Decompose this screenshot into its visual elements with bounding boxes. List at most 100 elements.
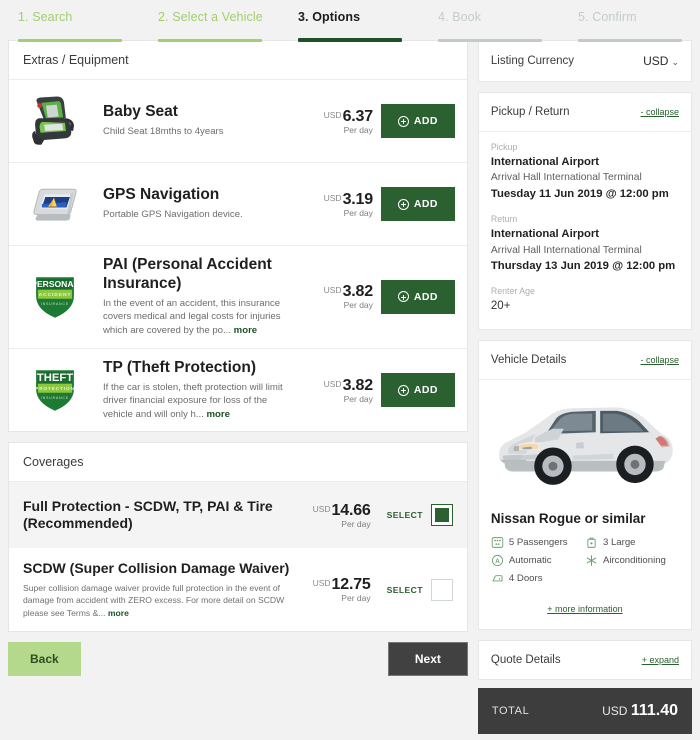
luggage-icon: [585, 536, 598, 549]
extra-description: Portable GPS Navigation device.: [103, 208, 293, 222]
coverage-description: Super collision damage waiver provide fu…: [23, 582, 293, 619]
pickup-return-header: Pickup / Return - collapse: [478, 93, 691, 132]
return-place: International Airport: [490, 228, 600, 241]
step-label: 1. Search: [18, 10, 73, 24]
step-options[interactable]: 3. Options: [280, 0, 420, 42]
more-link[interactable]: more: [206, 409, 229, 420]
step-book[interactable]: 4. Book: [420, 0, 560, 42]
extra-info: GPS Navigation Portable GPS Navigation d…: [89, 186, 303, 222]
quote-details-title: Quote Details: [490, 653, 561, 666]
pickup-place: International Airport: [490, 156, 600, 168]
more-link[interactable]: more: [234, 325, 257, 336]
price-period: Per day: [343, 207, 373, 218]
total-currency: USD: [602, 703, 628, 718]
personal-accident-shield-badge: PERSONAL ACCIDENT INSURANCE: [21, 266, 89, 328]
more-link[interactable]: more: [108, 608, 129, 618]
spec-doors: 4 Doors: [491, 570, 585, 588]
pickup-label: Pickup: [490, 142, 518, 152]
pickup-return-body: Pickup International Airport Arrival Hal…: [479, 132, 691, 329]
svg-text:A: A: [495, 558, 500, 565]
return-label: Return: [490, 214, 518, 225]
vehicle-details-title: Vehicle Details: [490, 353, 567, 366]
listing-currency-label: Listing Currency: [490, 55, 574, 67]
listing-currency-row: Listing Currency USD ⌄: [479, 41, 691, 81]
add-pai-button[interactable]: ADD: [380, 279, 455, 314]
price-amount: 6.37: [342, 107, 374, 125]
spec-label: 3 Large: [602, 537, 636, 549]
step-confirm[interactable]: 5. Confirm: [560, 0, 700, 42]
spec-label: 4 Doors: [508, 573, 543, 585]
extras-card: Extras / Equipment Baby Seat Child Seat …: [8, 40, 468, 433]
price-period: Per day: [343, 393, 373, 404]
total-value: USD 111.40: [602, 702, 678, 720]
renter-age-value: 20+: [490, 300, 511, 313]
page-body: Extras / Equipment Baby Seat Child Seat …: [0, 40, 700, 734]
step-label: 3. Options: [298, 10, 361, 24]
spec-label: 5 Passengers: [508, 537, 568, 549]
total-amount: 111.40: [630, 701, 678, 719]
price-period: Per day: [341, 593, 371, 604]
coverage-checkbox-scdw[interactable]: [430, 578, 453, 601]
extra-price: USD6.37 Per day: [303, 108, 381, 135]
airconditioning-icon: [585, 554, 598, 567]
collapse-pickup-return-link[interactable]: - collapse: [640, 107, 679, 117]
coverage-row-full-protection: Full Protection - SCDW, TP, PAI & Tire (…: [9, 482, 467, 549]
listing-currency-card: Listing Currency USD ⌄: [477, 40, 692, 82]
extras-header: Extras / Equipment: [9, 41, 467, 80]
step-underline: [298, 38, 402, 42]
extra-description-text: Child Seat 18mths to 4years: [103, 126, 224, 138]
coverage-checkbox-full-protection[interactable]: [430, 504, 453, 527]
extra-row: GPS Navigation Portable GPS Navigation d…: [9, 163, 467, 246]
extra-description: Child Seat 18mths to 4years: [103, 125, 293, 139]
price-amount: 3.82: [342, 283, 374, 301]
extra-info: TP (Theft Protection) If the car is stol…: [89, 359, 303, 422]
step-select-a-vehicle[interactable]: 2. Select a Vehicle: [140, 0, 280, 42]
extra-description: In the event of an accident, this insura…: [103, 297, 293, 338]
options-column: Extras / Equipment Baby Seat Child Seat …: [8, 40, 468, 734]
extra-title: Baby Seat: [103, 103, 178, 121]
step-search[interactable]: 1. Search: [0, 0, 140, 42]
vehicle-details-card: Vehicle Details - collapse Nissan Rogue …: [477, 339, 692, 630]
add-tp-button[interactable]: ADD: [380, 373, 455, 407]
vehicle-details-header: Vehicle Details - collapse: [478, 341, 691, 380]
price-currency: USD: [312, 578, 331, 589]
expand-quote-details-link[interactable]: + expand: [642, 655, 679, 665]
svg-text:THEFT: THEFT: [37, 372, 73, 384]
coverages-header: Coverages: [9, 443, 467, 483]
spec-airconditioning: Airconditioning: [585, 552, 679, 570]
spec-label: Automatic: [508, 555, 552, 567]
vehicle-image: [479, 380, 691, 507]
quote-details-card: Quote Details + expand: [477, 639, 692, 680]
svg-text:PROTECTION: PROTECTION: [35, 386, 75, 391]
price-currency: USD: [323, 378, 342, 389]
svg-text:ACCIDENT: ACCIDENT: [39, 292, 72, 298]
step-label: 4. Book: [438, 10, 482, 24]
extra-description-text: Portable GPS Navigation device.: [103, 209, 243, 221]
price-amount: 14.66: [331, 501, 371, 519]
add-baby-seat-button[interactable]: ADD: [380, 104, 455, 138]
plus-circle-icon: [397, 384, 409, 396]
next-button[interactable]: Next: [387, 642, 468, 677]
chevron-down-icon: ⌄: [671, 57, 679, 67]
back-button[interactable]: Back: [8, 642, 81, 677]
svg-text:INSURANCE: INSURANCE: [41, 302, 69, 306]
step-label: 5. Confirm: [578, 10, 637, 24]
price-amount: 3.82: [342, 376, 374, 394]
baby-seat-image: [21, 90, 89, 152]
more-information-link[interactable]: + more information: [547, 604, 622, 614]
currency-selector[interactable]: USD ⌄: [643, 54, 679, 68]
spec-luggage: 3 Large: [585, 534, 679, 552]
spec-transmission: A Automatic: [491, 552, 585, 570]
collapse-vehicle-details-link[interactable]: - collapse: [640, 355, 679, 365]
select-label: SELECT: [386, 510, 423, 521]
coverage-info: Full Protection - SCDW, TP, PAI & Tire (…: [23, 498, 301, 533]
step-underline: [578, 39, 682, 42]
add-gps-navigation-button[interactable]: ADD: [380, 187, 455, 221]
price-period: Per day: [341, 518, 371, 529]
coverage-title: SCDW (Super Collision Damage Waiver): [23, 560, 290, 577]
extra-price: USD3.82 Per day: [303, 283, 381, 310]
